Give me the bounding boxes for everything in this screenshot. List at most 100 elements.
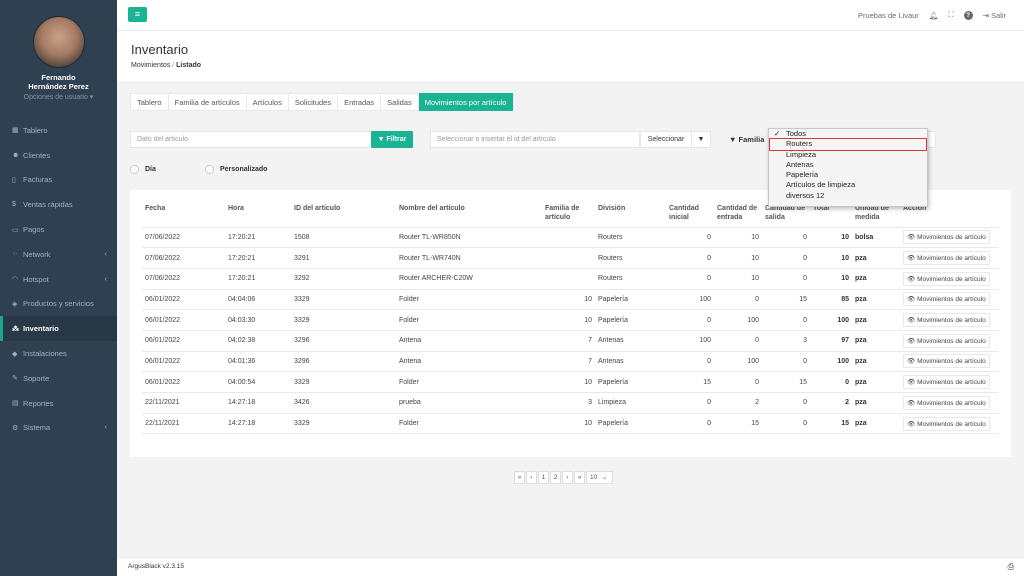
filter-button[interactable]: ▼ Filtrar: [371, 131, 413, 148]
page-size-select[interactable]: 10 ⌄: [586, 471, 613, 484]
sidebar-item-sistema[interactable]: ⚙ Sistema ‹: [0, 416, 117, 441]
tab-6[interactable]: Salidas: [381, 93, 419, 111]
table-cell: 3329: [291, 371, 396, 393]
column-header[interactable]: Fecha: [142, 200, 225, 228]
table-cell: 0: [666, 351, 714, 373]
sidebar-item-label: Pagos: [23, 225, 45, 235]
movements-button[interactable]: 👁︎ Movimientos de artículo: [903, 395, 990, 410]
movements-button[interactable]: 👁︎ Movimientos de artículo: [903, 271, 990, 286]
sidebar-item-soporte[interactable]: ✎ Soporte: [0, 366, 117, 391]
movements-button[interactable]: 👁︎ Movimientos de artículo: [903, 230, 990, 245]
tab-2[interactable]: Familia de artículos: [168, 93, 247, 111]
dropdown-option[interactable]: Artículos de limpieza: [769, 180, 927, 190]
table-cell: 100: [666, 289, 714, 311]
page-button[interactable]: «: [514, 471, 525, 484]
dropdown-option[interactable]: Routers: [769, 138, 927, 151]
logout-link[interactable]: ⇥ Salir: [983, 11, 1006, 20]
column-header[interactable]: División: [595, 200, 666, 228]
gears-icon: ⚙: [12, 424, 19, 432]
dropdown-option[interactable]: ✓ Todos: [769, 129, 927, 139]
article-search-input[interactable]: Dato del artículo: [130, 131, 372, 148]
family-select-edge[interactable]: [928, 131, 936, 148]
sidebar-item-reportes[interactable]: ▤ Reportes: [0, 391, 117, 416]
eye-icon: 👁︎: [907, 234, 916, 242]
dropdown-option[interactable]: Limpieza: [769, 150, 927, 160]
page-button[interactable]: »: [574, 471, 585, 484]
table-cell: 22/11/2021: [142, 413, 225, 435]
fullscreen-icon[interactable]: ⛶: [948, 10, 953, 20]
movements-button[interactable]: 👁︎ Movimientos de artículo: [903, 354, 990, 369]
table-cell: bolsa: [852, 227, 900, 249]
sidebar-item-label: Clientes: [23, 150, 51, 160]
tools-icon: ◆: [12, 350, 18, 358]
column-header[interactable]: Cantidad de entrada: [714, 200, 762, 228]
table-cell: Router TL-WR850N: [396, 227, 542, 249]
table-cell: pza: [852, 371, 900, 393]
table-cell: Antena: [396, 330, 542, 352]
sidebar-item-productos-y-servicios[interactable]: ◈ Productos y servicios: [0, 292, 117, 317]
bell-icon[interactable]: 🔔︎: [929, 11, 939, 20]
movements-button[interactable]: 👁︎ Movimientos de artículo: [903, 333, 990, 348]
eye-icon: 👁︎: [907, 420, 916, 428]
sidebar-item-clientes[interactable]: ☻ Clientes: [0, 143, 117, 168]
column-header[interactable]: ID del artículo: [291, 200, 396, 228]
movements-button[interactable]: 👁︎ Movimientos de artículo: [903, 375, 990, 390]
sidebar-item-network[interactable]: ⁘ Network ‹: [0, 242, 117, 267]
radio-day[interactable]: Día: [130, 165, 156, 174]
chevron-left-icon: ‹: [104, 275, 107, 283]
sidebar-item-ventas-rápidas[interactable]: $ Ventas rápidas: [0, 192, 117, 217]
print-icon[interactable]: ⎙: [1008, 562, 1014, 572]
table-cell: prueba: [396, 392, 542, 414]
funnel-filter-button[interactable]: ▼: [691, 131, 711, 148]
page-button[interactable]: ›: [562, 471, 573, 484]
dropdown-option[interactable]: diversos 12: [769, 191, 927, 201]
select-button[interactable]: Seleccionar: [640, 131, 692, 148]
table-cell: 3329: [291, 309, 396, 331]
tab-3[interactable]: Artículos: [246, 93, 289, 111]
sidebar-item-facturas[interactable]: ▯ Facturas: [0, 168, 117, 193]
users-icon: ☻: [12, 151, 20, 159]
movements-button[interactable]: 👁︎ Movimientos de artículo: [903, 251, 990, 266]
menu-toggle-button[interactable]: ≡: [128, 7, 147, 22]
breadcrumb-movimientos[interactable]: Movimientos: [131, 62, 170, 69]
tab-5[interactable]: Entradas: [338, 93, 382, 111]
movements-button[interactable]: 👁︎ Movimientos de artículo: [903, 313, 990, 328]
tab-4[interactable]: Solicitudes: [288, 93, 339, 111]
table-cell: 100: [714, 309, 762, 331]
tab-1[interactable]: Tablero: [130, 93, 169, 111]
movements-button[interactable]: 👁︎ Movimientos de artículo: [903, 416, 990, 431]
radio-circle[interactable]: [130, 165, 139, 174]
sidebar-item-hotspot[interactable]: ◠ Hotspot ‹: [0, 267, 117, 292]
page-button[interactable]: ‹: [526, 471, 537, 484]
page-button[interactable]: 2: [550, 471, 561, 484]
sidebar-item-tablero[interactable]: ▦ Tablero: [0, 118, 117, 143]
table-cell: 0: [666, 247, 714, 269]
table-cell: 0: [666, 227, 714, 249]
column-header[interactable]: Familia de artículo: [542, 200, 595, 228]
column-header[interactable]: Nombre del artículo: [396, 200, 542, 228]
dropdown-option[interactable]: Papelería: [769, 170, 927, 180]
action-cell: 👁︎ Movimientos de artículo: [900, 392, 999, 414]
table-cell: 0: [666, 309, 714, 331]
sidebar-item-label: Network: [23, 249, 51, 259]
family-filter-label[interactable]: ▼ Familia: [729, 135, 764, 144]
radio-custom[interactable]: Personalizado: [205, 165, 267, 174]
check-icon: ✓: [774, 129, 781, 138]
article-id-input[interactable]: Seleccionar o insertar él id del artícul…: [430, 131, 640, 148]
user-name: Fernando Hernández Perez: [28, 73, 89, 91]
eye-icon: 👁︎: [907, 296, 916, 304]
tab-7[interactable]: Movimientos por artículo: [418, 93, 514, 111]
sidebar-item-instalaciones[interactable]: ◆ Instalaciones: [0, 341, 117, 366]
avatar[interactable]: [32, 16, 85, 68]
dropdown-option[interactable]: Antenas: [769, 160, 927, 170]
help-icon[interactable]: ?: [963, 10, 973, 20]
movements-button[interactable]: 👁︎ Movimientos de artículo: [903, 292, 990, 307]
sidebar-item-pagos[interactable]: ▭ Pagos: [0, 217, 117, 242]
column-header[interactable]: Hora: [225, 200, 291, 228]
column-header[interactable]: Cantidad inicial: [666, 200, 714, 228]
page-button[interactable]: 1: [538, 471, 549, 484]
family-dropdown[interactable]: ✓ Todos Routers Limpieza Antenas Papelería Art…: [768, 128, 928, 207]
user-options-dropdown[interactable]: Opciones de usuario ▾: [0, 93, 117, 101]
sidebar-item-inventario[interactable]: ⁂ Inventario: [0, 316, 117, 342]
radio-circle[interactable]: [205, 165, 214, 174]
